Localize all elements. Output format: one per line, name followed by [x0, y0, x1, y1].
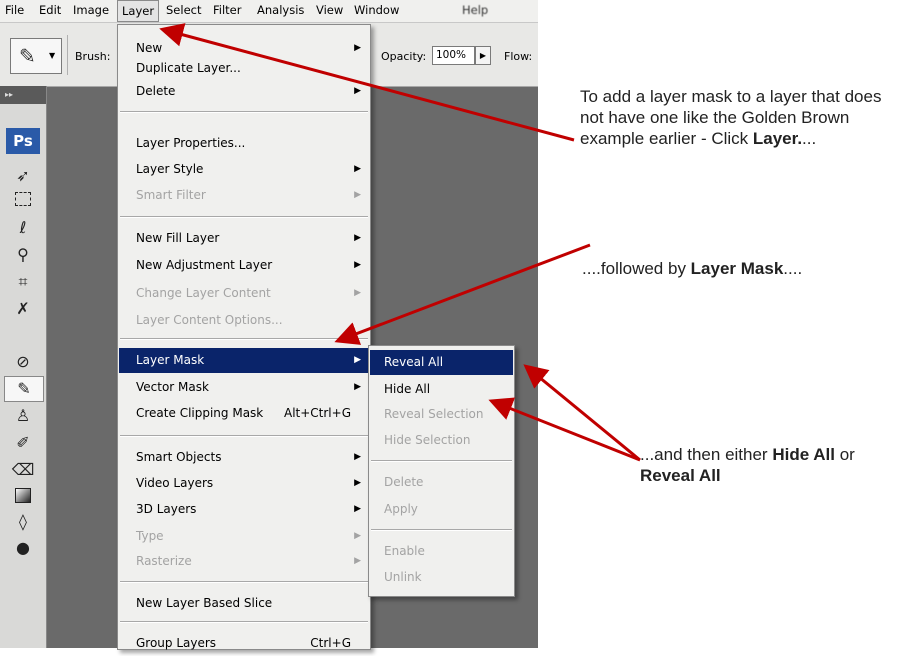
arrow-to-layer-mask — [334, 243, 591, 345]
annotation-arrows — [159, 23, 641, 462]
arrow-to-reveal-all — [523, 364, 641, 462]
arrow-to-hide-all — [488, 397, 641, 462]
arrow-to-layer-menu — [159, 23, 575, 142]
